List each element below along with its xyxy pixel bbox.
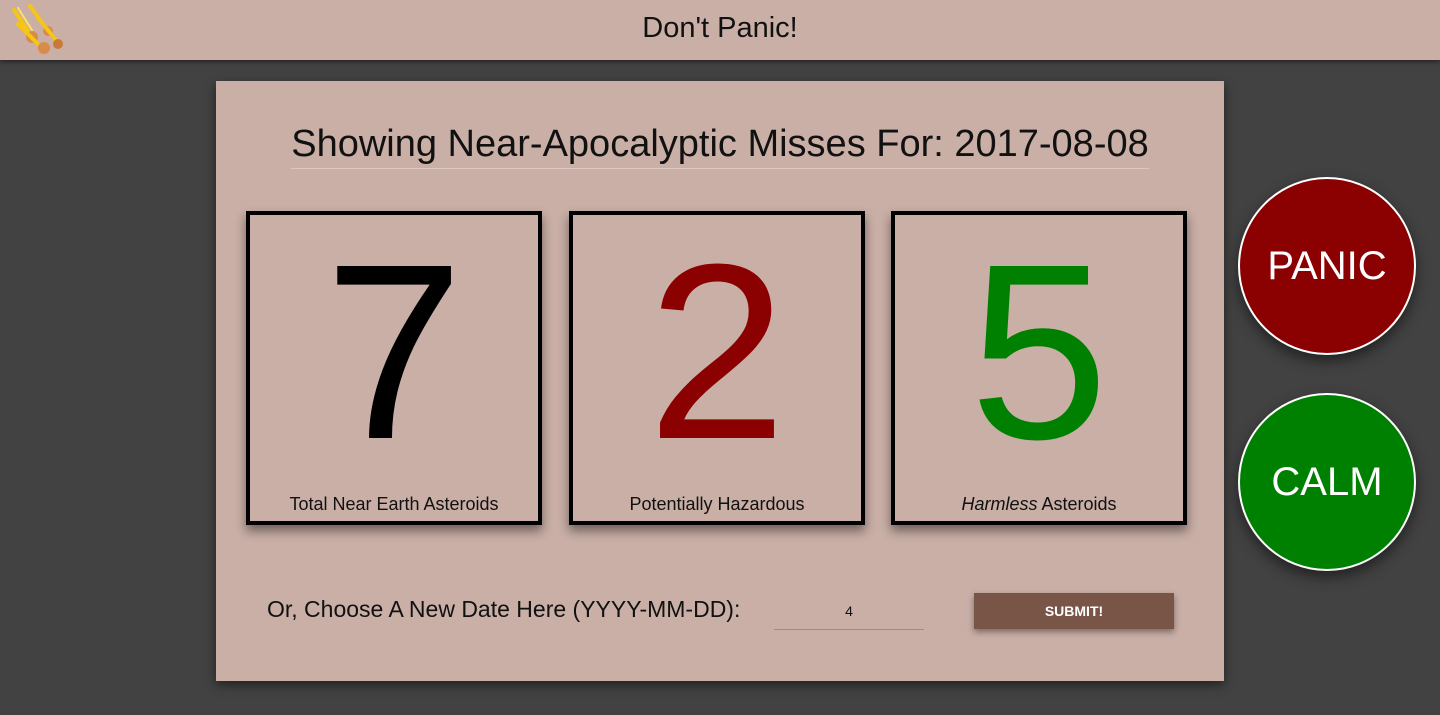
- harmless-label-rest: Asteroids: [1037, 494, 1117, 514]
- hazardous-asteroids-count: 2: [647, 212, 787, 491]
- panic-button[interactable]: PANIC: [1238, 177, 1416, 355]
- page-heading-text: Showing Near-Apocalyptic Misses For: 201…: [291, 123, 1149, 169]
- total-asteroids-label: Total Near Earth Asteroids: [289, 494, 499, 514]
- date-form-label: Or, Choose A New Date Here (YYYY-MM-DD):: [267, 596, 741, 622]
- date-input[interactable]: [774, 593, 924, 630]
- total-asteroids-card: 7 Total Near Earth Asteroids: [246, 211, 542, 525]
- harmless-asteroids-label: Harmless Asteroids: [895, 494, 1183, 515]
- main-card: Showing Near-Apocalyptic Misses For: 201…: [216, 81, 1224, 681]
- total-asteroids-count: 7: [324, 212, 464, 491]
- submit-button[interactable]: SUBMIT!: [974, 593, 1174, 629]
- hazardous-asteroids-label: Potentially Hazardous: [629, 494, 805, 514]
- page-heading: Showing Near-Apocalyptic Misses For: 201…: [216, 123, 1224, 169]
- calm-button[interactable]: CALM: [1238, 393, 1416, 571]
- harmless-asteroids-count: 5: [969, 212, 1109, 491]
- hazardous-asteroids-card: 2 Potentially Hazardous: [569, 211, 865, 525]
- app-title: Don't Panic!: [642, 12, 798, 44]
- harmless-asteroids-card: 5 Harmless Asteroids: [891, 211, 1187, 525]
- top-app-bar: Don't Panic!: [0, 0, 1440, 60]
- harmless-emphasis: Harmless: [961, 494, 1038, 514]
